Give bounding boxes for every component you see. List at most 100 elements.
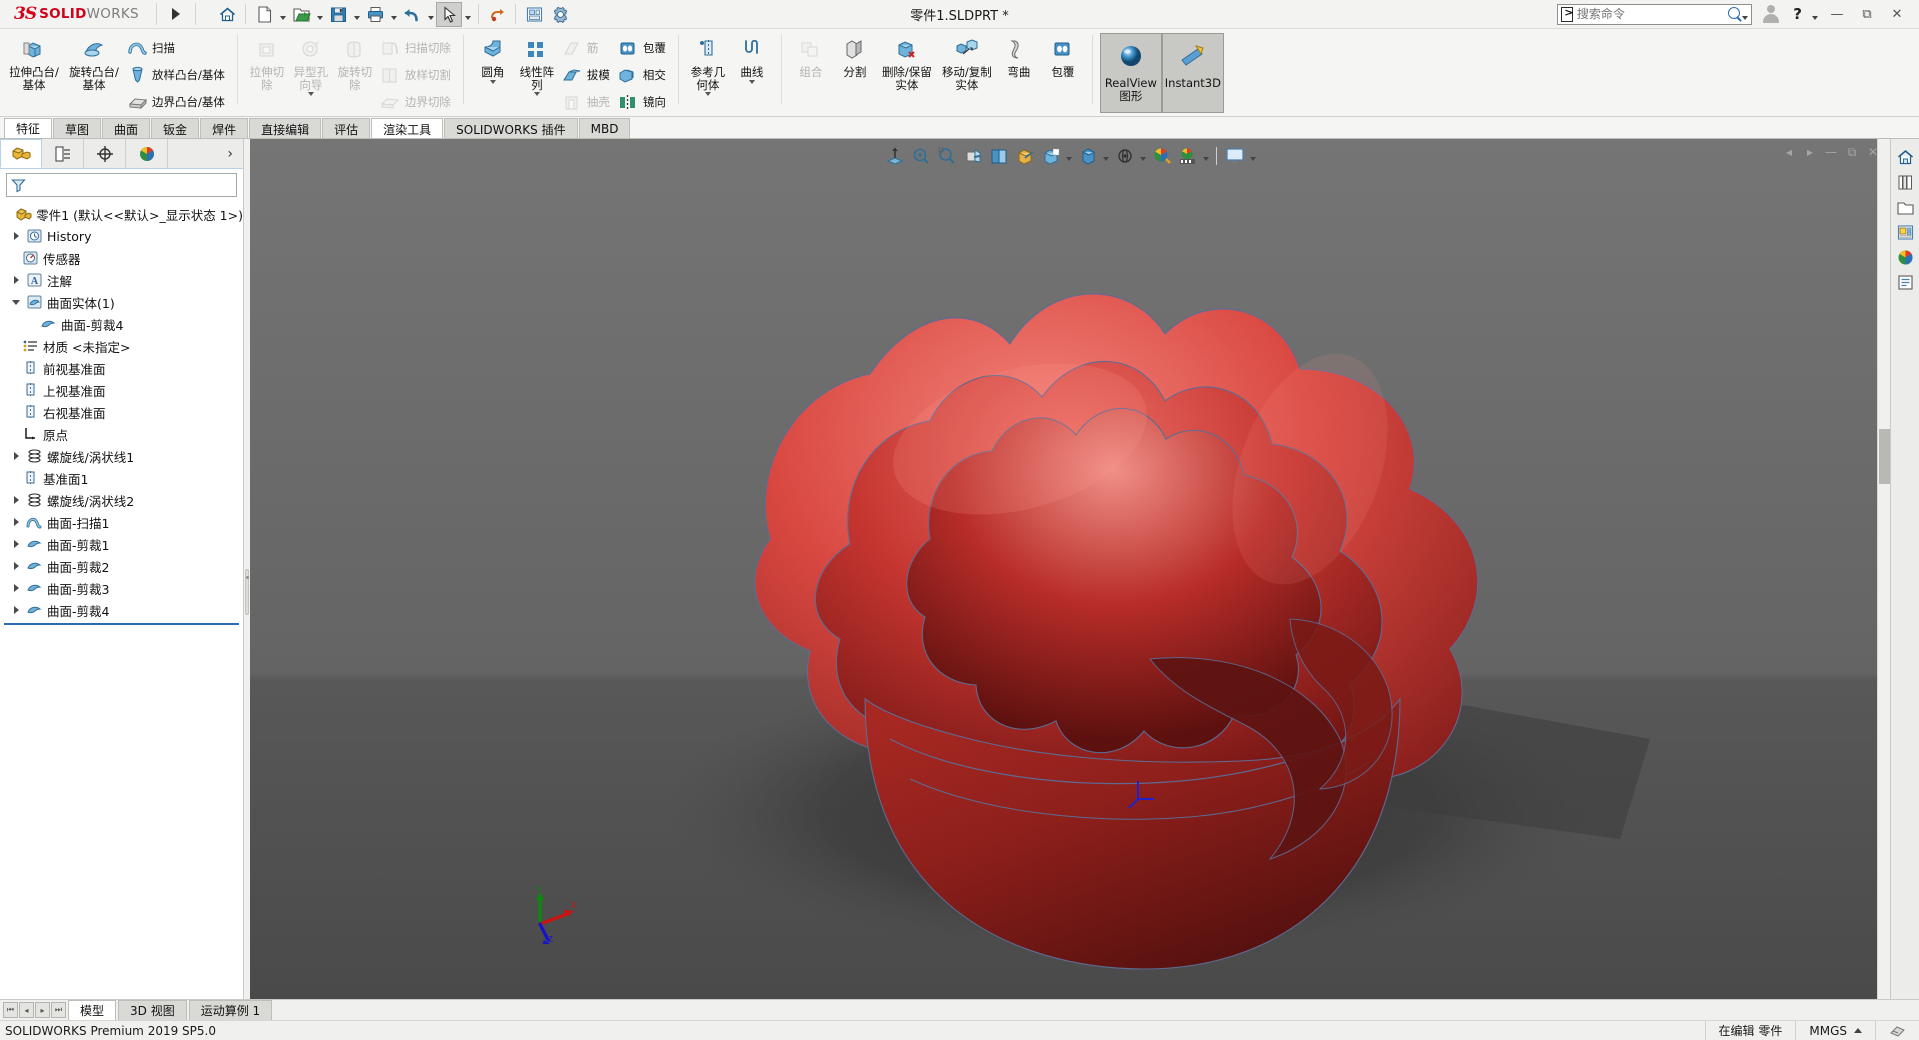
tree-item-plane-1[interactable]: 基准面1 bbox=[0, 467, 243, 489]
swept-cut-button[interactable]: 扫描切除 bbox=[377, 35, 456, 61]
search-icon[interactable] bbox=[1727, 6, 1741, 23]
configuration-manager-tab[interactable] bbox=[84, 139, 126, 168]
tree-item-surface-trim-2[interactable]: 曲面-剪裁2 bbox=[0, 555, 243, 577]
tree-item-surface-trim-4[interactable]: 曲面-剪裁4 bbox=[0, 599, 243, 621]
doc-minimize-button[interactable]: — bbox=[1822, 143, 1840, 161]
tree-toggle[interactable] bbox=[10, 606, 22, 614]
flex-button[interactable]: 弯曲 bbox=[997, 32, 1041, 79]
close-button[interactable]: ✕ bbox=[1884, 2, 1910, 26]
render-preview-icon[interactable] bbox=[1175, 143, 1200, 168]
tree-item-material[interactable]: 材质 <未指定> bbox=[0, 335, 243, 357]
hide-show-items-icon[interactable] bbox=[1038, 143, 1063, 168]
units-selector[interactable]: MMGS bbox=[1795, 1020, 1875, 1040]
vertical-scrollbar[interactable] bbox=[1877, 139, 1890, 999]
boundary-boss-button[interactable]: 边界凸台/基体 bbox=[124, 89, 230, 115]
display-style-icon[interactable] bbox=[1012, 143, 1037, 168]
extrude-cut-button[interactable]: 拉伸切除 bbox=[245, 32, 289, 91]
viewport-layout-caret[interactable] bbox=[1248, 143, 1258, 168]
delete-keep-body-button[interactable]: 删除/保留实体 bbox=[877, 32, 937, 91]
tree-item-right-plane[interactable]: 右视基准面 bbox=[0, 401, 243, 423]
tree-item-surface-bodies[interactable]: 曲面实体(1) bbox=[0, 291, 243, 313]
hide-show-items-caret[interactable] bbox=[1064, 143, 1074, 168]
appearance-caret[interactable] bbox=[1101, 143, 1111, 168]
view-settings-icon[interactable] bbox=[1149, 143, 1174, 168]
scene-caret[interactable] bbox=[1138, 143, 1148, 168]
tab-render-tools[interactable]: 渲染工具 bbox=[371, 118, 444, 139]
doc-close-button[interactable]: ✕ bbox=[1864, 143, 1882, 161]
combine-button[interactable]: 组合 bbox=[789, 32, 833, 79]
tree-item-annotations[interactable]: A 注解 bbox=[0, 269, 243, 291]
linear-pattern-button[interactable]: 线性阵列 bbox=[515, 32, 559, 96]
previous-view-icon[interactable] bbox=[934, 143, 959, 168]
expand-panel-arrow[interactable]: › bbox=[227, 139, 243, 168]
fillet-button[interactable]: 圆角 bbox=[471, 32, 515, 84]
hole-wizard-button[interactable]: 异型孔向导 bbox=[289, 32, 333, 96]
zoom-to-fit-icon[interactable] bbox=[882, 143, 907, 168]
file-explorer-icon[interactable] bbox=[1892, 195, 1919, 220]
extrude-boss-button[interactable]: 拉伸凸台/基体 bbox=[4, 32, 64, 91]
open-folder-icon[interactable] bbox=[288, 2, 314, 27]
search-caret[interactable] bbox=[1741, 2, 1749, 27]
view-palette-icon[interactable] bbox=[1892, 220, 1919, 245]
custom-properties-icon[interactable] bbox=[1892, 270, 1919, 295]
tree-item-surface-trim-3[interactable]: 曲面-剪裁3 bbox=[0, 577, 243, 599]
rib-button[interactable]: 筋 bbox=[559, 35, 615, 61]
tree-item-helix-2[interactable]: 螺旋线/涡状线2 bbox=[0, 489, 243, 511]
tree-toggle[interactable] bbox=[10, 452, 22, 460]
minimize-button[interactable]: — bbox=[1824, 2, 1850, 26]
select-cursor-icon[interactable] bbox=[436, 1, 462, 27]
expand-menu-button[interactable] bbox=[163, 2, 189, 27]
tree-item-part[interactable]: 零件1 (默认<<默认>_显示状态 1>) bbox=[0, 203, 243, 225]
tab-solidworks-addins[interactable]: SOLIDWORKS 插件 bbox=[444, 118, 578, 139]
tree-toggle[interactable] bbox=[10, 584, 22, 592]
user-account-icon[interactable] bbox=[1761, 4, 1781, 24]
tree-toggle[interactable] bbox=[10, 518, 22, 526]
intersect-button[interactable]: 相交 bbox=[615, 62, 671, 88]
tab-evaluate[interactable]: 评估 bbox=[322, 118, 371, 139]
options-gear-icon[interactable] bbox=[547, 2, 573, 27]
home-panel-icon[interactable] bbox=[1892, 145, 1919, 170]
property-manager-tab[interactable] bbox=[42, 139, 84, 168]
restore-button[interactable]: ⧉ bbox=[1854, 2, 1880, 26]
display-manager-tab[interactable] bbox=[126, 139, 168, 168]
rebuild-icon[interactable] bbox=[484, 2, 510, 27]
print-caret[interactable] bbox=[388, 2, 399, 27]
fillet-caret[interactable] bbox=[471, 79, 515, 84]
save-caret[interactable] bbox=[351, 2, 362, 27]
viewport-layout-icon[interactable] bbox=[1222, 143, 1247, 168]
render-preview-caret[interactable] bbox=[1201, 143, 1211, 168]
drawing-icon[interactable] bbox=[521, 2, 547, 27]
zoom-to-area-icon[interactable] bbox=[908, 143, 933, 168]
last-tab-button[interactable]: ⏭ bbox=[51, 1002, 66, 1018]
tree-filter-box[interactable] bbox=[6, 173, 237, 197]
tree-toggle[interactable] bbox=[10, 276, 22, 284]
mirror-button[interactable]: 镜向 bbox=[615, 89, 671, 115]
select-cursor-caret[interactable] bbox=[462, 2, 473, 27]
linear-pattern-caret[interactable] bbox=[515, 92, 559, 96]
move-copy-body-button[interactable]: 移动/复制实体 bbox=[937, 32, 997, 91]
edit-appearance-icon[interactable] bbox=[1075, 143, 1100, 168]
overlay-icon[interactable] bbox=[1875, 1020, 1919, 1040]
print-icon[interactable] bbox=[362, 2, 388, 27]
3d-canvas[interactable] bbox=[250, 139, 1890, 999]
doc-restore-button[interactable]: ⧉ bbox=[1843, 143, 1861, 161]
tab-features[interactable]: 特征 bbox=[4, 118, 53, 139]
tree-toggle[interactable] bbox=[10, 496, 22, 504]
feature-manager-tab[interactable] bbox=[0, 139, 42, 168]
help-caret[interactable] bbox=[1809, 2, 1820, 27]
reference-geometry-caret[interactable] bbox=[686, 92, 730, 96]
search-commands-box[interactable] bbox=[1557, 2, 1753, 27]
curves-caret[interactable] bbox=[730, 79, 774, 84]
help-icon[interactable]: ? bbox=[1790, 5, 1805, 23]
bottom-tab-model[interactable]: 模型 bbox=[68, 1000, 117, 1020]
view-orientation-icon[interactable] bbox=[986, 143, 1011, 168]
undo-caret[interactable] bbox=[425, 2, 436, 27]
open-folder-caret[interactable] bbox=[314, 2, 325, 27]
tree-item-origin[interactable]: 原点 bbox=[0, 423, 243, 445]
section-view-icon[interactable] bbox=[960, 143, 985, 168]
revolve-cut-button[interactable]: 旋转切除 bbox=[333, 32, 377, 91]
save-icon[interactable] bbox=[325, 2, 351, 27]
shell-button[interactable]: 抽壳 bbox=[559, 89, 615, 115]
tab-sketch[interactable]: 草图 bbox=[53, 118, 102, 139]
curves-button[interactable]: 曲线 bbox=[730, 32, 774, 84]
